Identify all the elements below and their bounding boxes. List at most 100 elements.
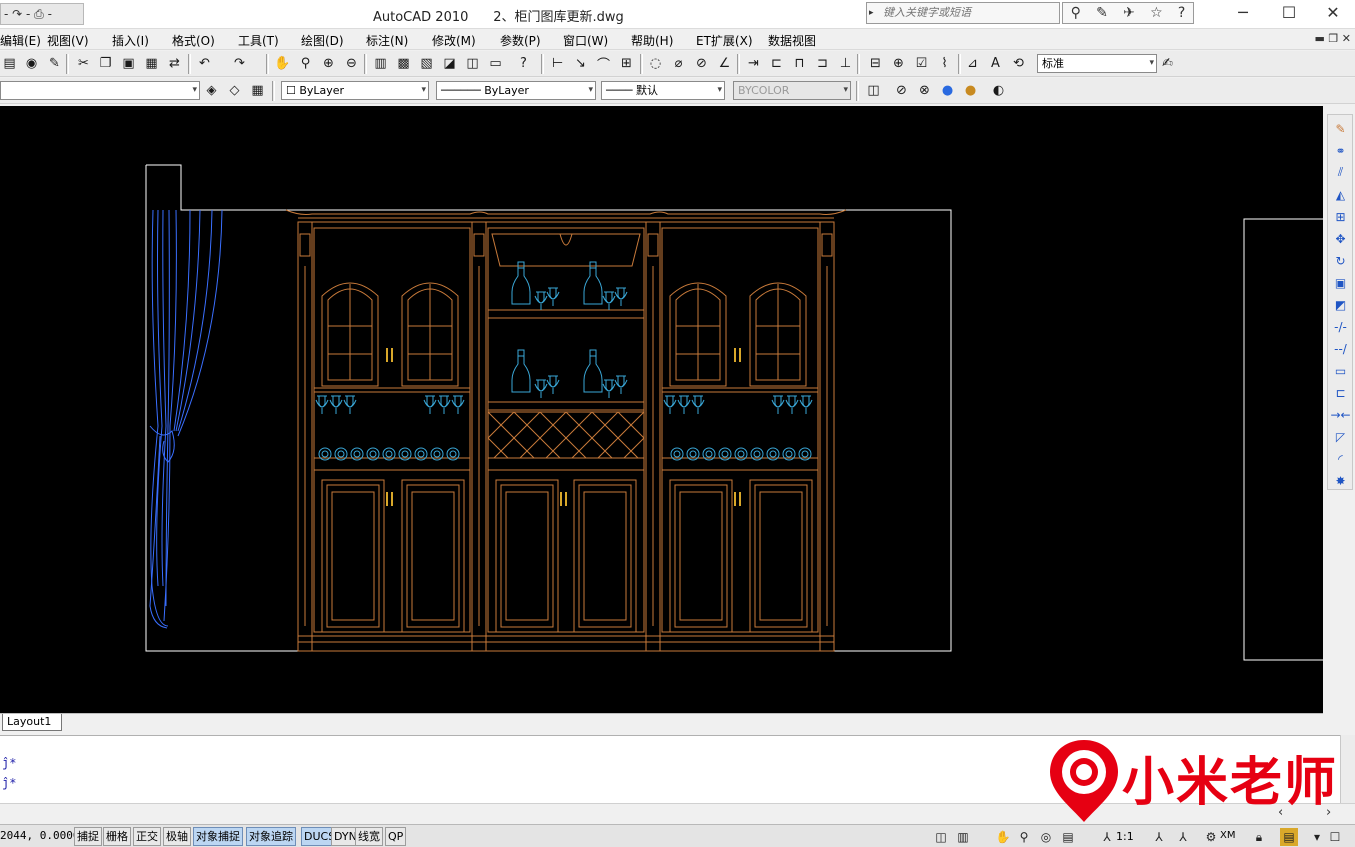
dim-aligned-icon[interactable]: ↘ [571, 54, 590, 73]
2dwireframe-icon[interactable]: ◫ [864, 81, 883, 100]
auto-scale-icon[interactable]: ⅄ [1174, 828, 1192, 846]
mirror-icon[interactable]: ⫽ [1331, 163, 1350, 182]
menu-draw[interactable]: 绘图(D) [301, 32, 344, 49]
markup-manager-icon[interactable]: ◫ [463, 54, 482, 73]
layer-states-icon[interactable]: ▦ [248, 81, 267, 100]
search-input[interactable] [883, 4, 1057, 22]
mdi-window-controls[interactable]: ▬ ❐ ✕ [1315, 32, 1351, 45]
lineweight-dropdown[interactable]: ──── 默认 ▾ [601, 81, 725, 100]
sheetset-icon[interactable]: ◉ [22, 54, 41, 73]
array-icon[interactable]: ⊞ [1331, 207, 1350, 226]
menu-dimension[interactable]: 标注(N) [366, 32, 408, 49]
layer-previous-icon[interactable]: ◇ [225, 81, 244, 100]
inspect-icon[interactable]: ☑ [912, 54, 931, 73]
markup-icon[interactable]: ✎ [45, 54, 64, 73]
search-expand-icon[interactable]: ▸ [869, 5, 881, 21]
menu-insert[interactable]: 插入(I) [112, 32, 149, 49]
dimstyle-dropdown[interactable]: 标准 ▾ [1037, 54, 1157, 73]
menu-view[interactable]: 视图(V) [47, 32, 89, 49]
explode-icon[interactable]: ✸ [1331, 471, 1350, 490]
model-space-icon[interactable]: ◫ [932, 828, 950, 846]
dim-ordinate-icon[interactable]: ⊞ [617, 54, 636, 73]
pan-status-icon[interactable]: ✋ [994, 828, 1012, 846]
dim-text-edit-icon[interactable]: A [986, 54, 1005, 73]
color-dropdown[interactable]: ☐ ByLayer ▾ [281, 81, 429, 100]
status-qp[interactable]: QP [385, 827, 407, 846]
erase-icon[interactable]: ✎ [1331, 119, 1350, 138]
toolpalettes-icon[interactable]: ▧ [417, 54, 436, 73]
matchprop-icon[interactable]: ⇄ [165, 54, 184, 73]
dim-linear-icon[interactable]: ⊢ [548, 54, 567, 73]
conceptual-visual-icon[interactable]: ● [961, 81, 980, 100]
lock-icon[interactable]: 🔒︎ [1250, 828, 1268, 846]
workspace-value[interactable]: XM [1220, 830, 1235, 841]
menu-modify[interactable]: 修改(M) [432, 32, 476, 49]
undo-icon[interactable]: ↶ [195, 54, 214, 73]
break-point-icon[interactable]: ▭ [1331, 361, 1350, 380]
status-menu-icon[interactable]: ▾ [1308, 828, 1326, 846]
close-button[interactable]: ✕ [1310, 0, 1355, 28]
menu-window[interactable]: 窗口(W) [563, 32, 608, 49]
zoom-previous-icon[interactable]: ⊖ [342, 54, 361, 73]
status-grid[interactable]: 栅格 [103, 827, 131, 846]
menu-express[interactable]: ET扩展(X) [696, 32, 753, 49]
hardware-acceleration-icon[interactable]: ▤ [1280, 828, 1298, 846]
fillet-icon[interactable]: ◜ [1331, 449, 1350, 468]
annotation-visibility-icon[interactable]: ⅄ [1150, 828, 1168, 846]
menu-parametric[interactable]: 参数(P) [500, 32, 541, 49]
tolerance-icon[interactable]: ⊟ [866, 54, 885, 73]
favorites-icon[interactable]: ☆ [1150, 5, 1163, 21]
annotation-scale-icon[interactable]: ⅄ [1098, 828, 1116, 846]
annotation-scale-value[interactable]: 1:1 [1116, 830, 1134, 843]
showmotion-icon[interactable]: ▤ [1059, 828, 1077, 846]
extend-icon[interactable]: --/ [1331, 339, 1350, 358]
dim-continue-icon[interactable]: ⊓ [790, 54, 809, 73]
visual-style-manager-icon[interactable]: ◐ [989, 81, 1008, 100]
realistic-visual-icon[interactable]: ● [938, 81, 957, 100]
quickcalc-icon[interactable]: ▭ [486, 54, 505, 73]
break-icon[interactable]: ⊏ [1331, 383, 1350, 402]
status-osnap[interactable]: 对象捕捉 [193, 827, 243, 846]
status-snap[interactable]: 捕捉 [74, 827, 102, 846]
center-mark-icon[interactable]: ⊕ [889, 54, 908, 73]
command-scrollbar[interactable] [1340, 735, 1355, 803]
copy-icon[interactable]: ❐ [96, 54, 115, 73]
satellite-icon[interactable]: ✈ [1123, 5, 1135, 21]
stretch-icon[interactable]: ◩ [1331, 295, 1350, 314]
dim-diameter-icon[interactable]: ⊘ [692, 54, 711, 73]
layout-space-icon[interactable]: ▥ [954, 828, 972, 846]
layer-dropdown[interactable]: ▾ [0, 81, 200, 100]
wireframe-visual-icon[interactable]: ⊗ [915, 81, 934, 100]
redo-icon[interactable]: ↷ [230, 54, 249, 73]
menu-edit[interactable]: 编辑(E) [0, 32, 41, 49]
properties-icon[interactable]: ▥ [371, 54, 390, 73]
paste-icon[interactable]: ▣ [119, 54, 138, 73]
copy-object-icon[interactable]: ⚭ [1331, 141, 1350, 160]
dim-baseline-icon[interactable]: ⊏ [767, 54, 786, 73]
status-polar[interactable]: 极轴 [163, 827, 191, 846]
new-icon[interactable]: ▤ [0, 54, 19, 73]
binoculars-icon[interactable]: ⚲ [1071, 5, 1081, 21]
cut-icon[interactable]: ✂ [74, 54, 93, 73]
trim-icon[interactable]: -/- [1331, 317, 1350, 336]
zoom-realtime-icon[interactable]: ⚲ [296, 54, 315, 73]
paste-block-icon[interactable]: ▦ [142, 54, 161, 73]
help-icon[interactable]: ? [514, 54, 533, 73]
tab-layout1[interactable]: Layout1 [2, 714, 63, 731]
communication-icon[interactable]: ✎ [1096, 5, 1108, 21]
dim-edit-icon[interactable]: ⊿ [963, 54, 982, 73]
jogged-linear-icon[interactable]: ⌇ [935, 54, 954, 73]
status-lineweight[interactable]: 线宽 [355, 827, 383, 846]
minimize-button[interactable]: ─ [1220, 0, 1266, 28]
steeringwheel-icon[interactable]: ◎ [1037, 828, 1055, 846]
menu-dataview[interactable]: 数据视图 [768, 32, 816, 49]
chamfer-icon[interactable]: ◸ [1331, 427, 1350, 446]
clean-screen-icon[interactable]: ☐ [1326, 828, 1344, 846]
join-icon[interactable]: →← [1330, 405, 1350, 424]
help-icon[interactable]: ? [1178, 5, 1185, 21]
move-icon[interactable]: ✥ [1331, 229, 1350, 248]
workspace-gear-icon[interactable]: ⚙ [1202, 828, 1220, 846]
menu-tools[interactable]: 工具(T) [238, 32, 279, 49]
hidden-visual-icon[interactable]: ⊘ [892, 81, 911, 100]
layer-make-current-icon[interactable]: ◈ [202, 81, 221, 100]
